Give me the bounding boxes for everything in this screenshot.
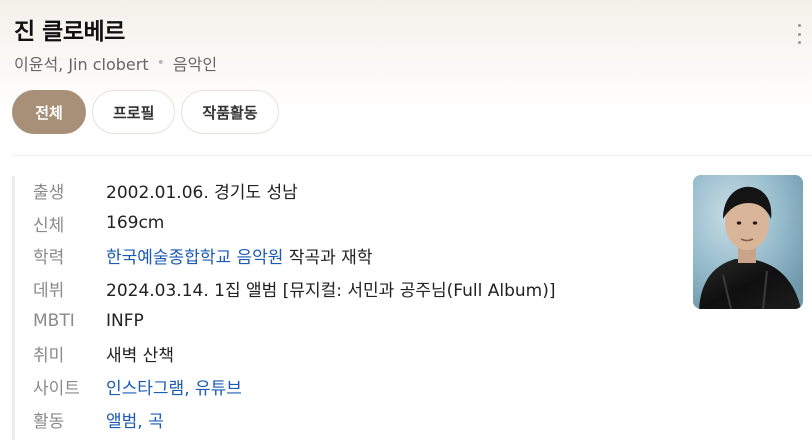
info-row-activity: 활동 앨범, 곡 [33, 403, 555, 436]
info-value: 2002.01.06. 경기도 성남 [106, 182, 298, 203]
info-value: 2024.03.14. 1집 앨범 [뮤지컬: 서민과 공주님(Full Alb… [106, 280, 556, 301]
tab-bar: 전체 프로필 작품활동 [12, 90, 279, 134]
info-row-birth: 출생 2002.01.06. 경기도 성남 [33, 174, 555, 207]
info-row-education: 학력 한국예술종합학교 음악원 작곡과 재학 [33, 239, 555, 272]
profile-photo[interactable] [693, 175, 803, 309]
info-value: 한국예술종합학교 음악원 작곡과 재학 [106, 243, 372, 268]
more-vertical-icon[interactable] [793, 24, 805, 44]
info-key: 활동 [33, 411, 65, 432]
info-left-border [12, 176, 15, 440]
song-link[interactable]: 곡 [148, 412, 164, 432]
info-key: 출생 [33, 182, 65, 203]
tab-profile[interactable]: 프로필 [92, 90, 176, 134]
profile-aliases: 이윤석, Jin clobert [14, 55, 149, 74]
tab-all[interactable]: 전체 [12, 90, 86, 134]
info-key: 학력 [33, 248, 65, 269]
album-link[interactable]: 앨범 [106, 412, 137, 432]
info-value: 169cm [106, 213, 165, 234]
profile-subtitle: 이윤석, Jin clobert • 음악인 [14, 51, 217, 75]
info-key: 신체 [33, 215, 65, 236]
youtube-link[interactable]: 유튜브 [195, 379, 242, 399]
info-value: INFP [106, 311, 144, 332]
info-key: MBTI [33, 311, 75, 332]
separator-dot: • [156, 55, 165, 71]
link-separator: , [184, 378, 196, 399]
profile-photo-image [693, 175, 803, 309]
info-row-hobby: 취미 새벽 산책 [33, 337, 555, 370]
info-row-debut: 데뷔 2024.03.14. 1집 앨범 [뮤지컬: 서민과 공주님(Full … [33, 272, 555, 305]
info-value: 인스타그램, 유튜브 [106, 374, 242, 399]
info-value: 새벽 산책 [106, 346, 174, 367]
education-detail: 작곡과 재학 [283, 248, 373, 269]
instagram-link[interactable]: 인스타그램 [106, 379, 184, 399]
info-row-mbti: MBTI INFP [33, 305, 555, 338]
info-row-sites: 사이트 인스타그램, 유튜브 [33, 370, 555, 403]
link-separator: , [137, 411, 149, 432]
school-link[interactable]: 한국예술종합학교 음악원 [106, 248, 283, 268]
divider [12, 155, 812, 156]
page-title: 진 클로베르 [14, 19, 125, 45]
tab-works[interactable]: 작품활동 [181, 90, 279, 134]
info-value: 앨범, 곡 [106, 407, 164, 432]
profile-occupation: 음악인 [172, 55, 218, 74]
info-table: 출생 2002.01.06. 경기도 성남 신체 169cm 학력 한국예술종합… [33, 174, 555, 436]
info-key: 데뷔 [33, 280, 65, 301]
info-row-height: 신체 169cm [33, 207, 555, 240]
info-key: 취미 [33, 346, 65, 367]
info-key: 사이트 [33, 378, 80, 399]
